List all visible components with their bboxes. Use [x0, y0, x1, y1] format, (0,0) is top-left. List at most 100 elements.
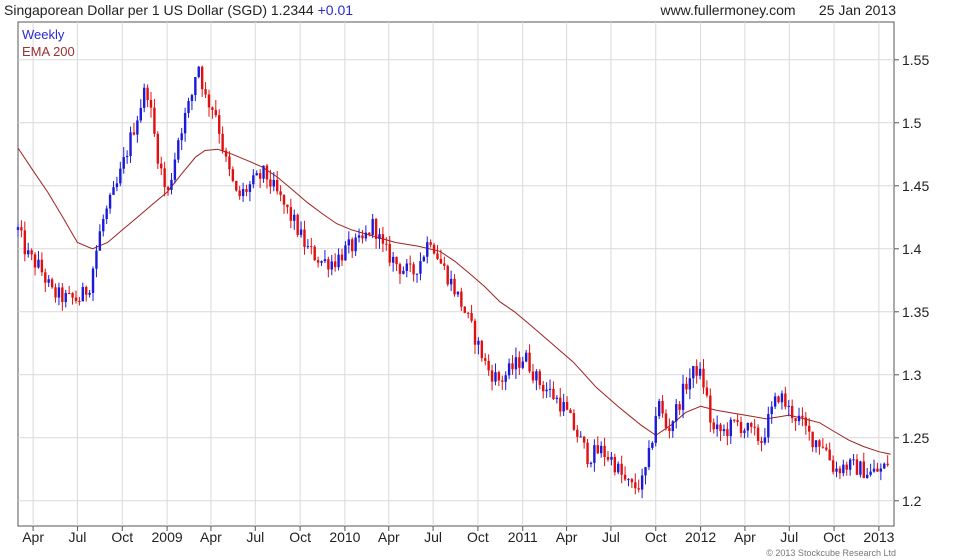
candle-body	[221, 133, 224, 151]
candle	[463, 306, 466, 314]
candle-body	[814, 440, 818, 448]
candle-body	[115, 183, 119, 188]
candle-body	[535, 371, 538, 381]
candle-body	[531, 371, 535, 381]
chart-title: Singaporean Dollar per 1 US Dollar (SGD)…	[4, 2, 353, 18]
candle-body	[732, 419, 736, 421]
candle-body	[654, 416, 657, 443]
candle-body	[351, 239, 354, 252]
candle-body	[726, 429, 729, 437]
candle-body	[74, 297, 78, 301]
candle-body	[320, 261, 323, 263]
candle-body	[876, 468, 879, 472]
candle-body	[736, 420, 739, 422]
candle-body	[299, 229, 303, 235]
candle	[156, 131, 160, 169]
x-tick-label: Jul	[780, 529, 798, 545]
candle-body	[627, 479, 630, 481]
candle-body	[391, 256, 395, 263]
candle-body	[289, 207, 293, 221]
candle-body	[282, 195, 286, 205]
candle-body	[47, 279, 50, 283]
candle-body	[160, 163, 163, 169]
candle-body	[460, 291, 463, 307]
x-tick-label: 2010	[329, 529, 360, 545]
candle-body	[306, 246, 310, 248]
y-tick-label: 1.35	[902, 304, 929, 320]
candle-body	[132, 132, 136, 135]
candle-body	[449, 278, 453, 285]
x-tick-label: Oct	[289, 529, 311, 545]
candle-body	[279, 191, 282, 196]
candle-body	[436, 253, 439, 259]
candle-body	[842, 464, 845, 474]
candle-body	[763, 437, 767, 443]
candle-body	[528, 352, 531, 372]
candle-body	[364, 232, 368, 239]
candle-body	[108, 194, 112, 209]
candle-body	[576, 429, 579, 437]
candle-body	[129, 132, 132, 156]
candle-body	[187, 101, 190, 113]
candle-body	[518, 357, 521, 368]
candle-body	[112, 187, 115, 195]
candle-body	[490, 370, 494, 382]
candle-body	[245, 189, 248, 192]
candle-body	[16, 227, 20, 230]
candle-body	[599, 445, 603, 454]
candle-body	[722, 429, 726, 432]
candle-body	[538, 371, 541, 386]
candle-body	[719, 424, 722, 432]
header-right: www.fullermoney.com 25 Jan 2013	[660, 2, 896, 18]
candle-body	[801, 415, 804, 418]
candle-body	[412, 264, 415, 275]
candle-body	[848, 459, 852, 470]
x-tick-label: Oct	[823, 529, 845, 545]
site-link[interactable]: www.fullermoney.com	[660, 2, 795, 18]
candle-body	[85, 286, 88, 295]
candle-body	[750, 422, 753, 427]
candle-body	[163, 168, 166, 188]
candle-body	[146, 87, 149, 100]
candle-body	[828, 449, 831, 461]
candle-body	[37, 259, 40, 268]
candle-body	[739, 421, 743, 433]
candle-body	[685, 383, 688, 390]
candle-body	[262, 165, 265, 179]
candle-body	[275, 179, 279, 192]
candle-body	[480, 340, 484, 359]
candle-body	[218, 115, 221, 134]
candle-body	[552, 388, 555, 400]
candle-body	[497, 372, 501, 381]
candle-body	[787, 405, 790, 407]
candle-body	[183, 112, 187, 134]
candle-body	[27, 250, 30, 255]
candle-body	[548, 388, 552, 390]
candle-body	[555, 397, 559, 400]
x-tick-label: Oct	[467, 529, 489, 545]
candle-body	[657, 401, 661, 417]
candle	[235, 180, 238, 192]
x-tick-label: 2012	[685, 529, 716, 545]
candle-body	[770, 406, 773, 415]
candle-body	[466, 312, 470, 314]
candle-body	[102, 218, 105, 232]
candle-body	[415, 273, 419, 275]
x-tick-label: 2013	[863, 529, 894, 545]
candle-body	[265, 165, 269, 180]
candle-body	[40, 259, 44, 273]
candle-body	[258, 173, 262, 179]
x-tick-label: Apr	[556, 529, 578, 545]
candle-body	[582, 436, 586, 443]
candle-body	[668, 427, 671, 431]
candle-body	[866, 474, 869, 479]
candle-body	[593, 445, 596, 463]
candle-body	[286, 204, 289, 208]
candle-body	[177, 140, 180, 160]
candle-body	[95, 250, 98, 269]
candle-body	[142, 87, 146, 108]
candle-body	[688, 378, 692, 390]
x-tick-label: Oct	[645, 529, 667, 545]
copyright: © 2013 Stockcube Research Ltd	[766, 548, 896, 558]
candle-body	[173, 159, 177, 180]
